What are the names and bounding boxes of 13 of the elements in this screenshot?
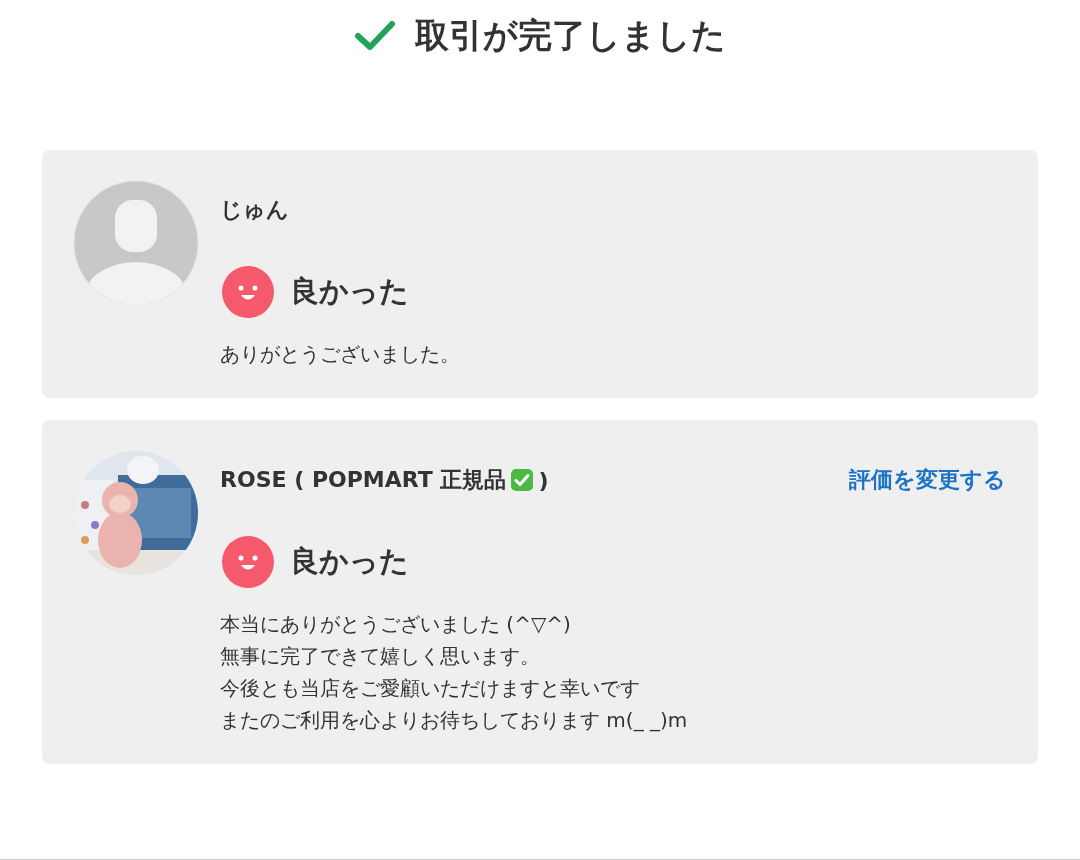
user-name: ROSE ( POPMART 正規品 — [220, 466, 507, 494]
avatar-icon — [73, 180, 199, 306]
rating-label: 良かった — [290, 543, 409, 580]
comment-line: 今後とも当店をご愛顧いただけますと幸いです — [220, 675, 640, 702]
user-name-end: ) — [538, 467, 549, 493]
user-name: じゅん — [220, 196, 289, 224]
comment-line: 無事に完了できて嬉しく思います。 — [220, 643, 540, 670]
comment-line: ありがとうございました。 — [220, 341, 460, 368]
comment-line: 本当にありがとうございました (^▽^) — [220, 611, 571, 638]
change-rating-link[interactable]: 評価を変更する — [849, 465, 1006, 495]
rating-label: 良かった — [290, 273, 409, 310]
page-title: 取引が完了しました — [414, 14, 726, 57]
comment-line: またのご利用を心よりお待ちしております m(_ _)m — [220, 707, 688, 734]
